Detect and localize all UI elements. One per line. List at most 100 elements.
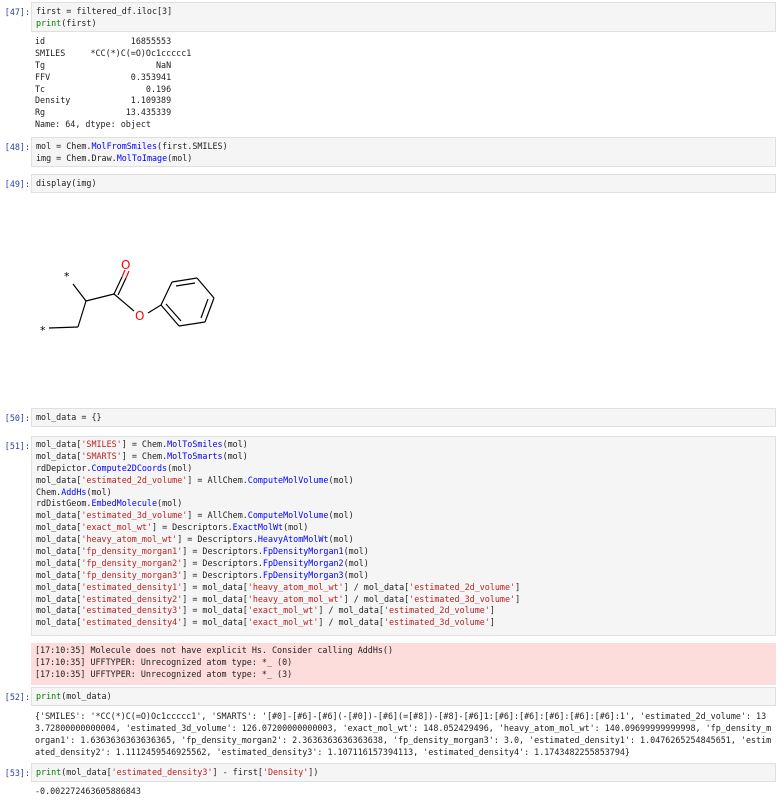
code-token: ] = Descriptors. — [182, 546, 263, 557]
code-token: 'estimated_3d_volume' — [81, 510, 188, 521]
code-token: FpDensityMorgan3 — [262, 569, 344, 580]
code-token: print — [36, 17, 62, 28]
output-line: Tg NaN — [35, 59, 172, 70]
stderr-line: [17:10:35] Molecule does not have explic… — [35, 645, 393, 655]
bond — [147, 304, 162, 314]
bond — [175, 282, 196, 287]
code-token: (mol) — [343, 569, 369, 580]
code-token: mol_data[ — [36, 546, 82, 557]
code-token: 'estimated_2d_volume' — [383, 605, 490, 616]
output-line: id 16855553 — [35, 36, 172, 46]
code-token: 'fp_density_morgan1' — [81, 546, 183, 557]
code-token: 'exact_mol_wt' — [81, 522, 152, 533]
cell-prompt: [53]: — [4, 768, 30, 778]
output-line: SMILES *CC(*)C(=O)Oc1ccccc1 — [35, 47, 192, 58]
code-token: mol_data[ — [36, 522, 82, 533]
code-line: print(mol_data['estimated_density3'] - f… — [32, 767, 775, 779]
code-token: print — [36, 767, 62, 777]
cell-prompt: [52]: — [4, 692, 30, 702]
code-token: ComputeMolVolume — [247, 510, 329, 521]
code-token: mol_data[ — [36, 439, 82, 449]
code-token: ] = AllChem. — [187, 510, 248, 521]
code-token: mol_data[ — [36, 510, 82, 521]
code-token: (mol_data[ — [61, 767, 112, 777]
molecule-image: * * O O — [40, 258, 215, 337]
code-token: (mol) — [283, 522, 309, 533]
code-token: 'estimated_density3' — [111, 767, 213, 777]
code-token: ] — [515, 593, 521, 604]
code-token: (mol) — [222, 439, 248, 449]
code-token: MolFromSmiles — [91, 141, 158, 151]
code-token: ] / mol_data[ — [318, 605, 384, 616]
code-token: ]) — [308, 767, 319, 777]
code-line: first = filtered_df.iloc[3] — [32, 6, 775, 18]
code-line: mol_data['estimated_3d_volume'] = AllChe… — [32, 510, 775, 522]
code-token: (mol_data) — [61, 691, 112, 701]
code-token: ] = mol_data[ — [182, 605, 248, 616]
code-token: ExactMolWt — [232, 522, 284, 533]
bond — [178, 321, 206, 327]
code-token: Compute2DCoords — [91, 462, 168, 473]
code-line: mol_data['SMILES'] = Chem.MolToSmiles(mo… — [32, 439, 775, 451]
code-token: (mol) — [167, 462, 193, 473]
output-line: -0.002272463605886843 — [35, 786, 141, 796]
code-input[interactable]: mol_data['SMILES'] = Chem.MolToSmiles(mo… — [31, 436, 776, 636]
code-token: 'estimated_2d_volume' — [81, 474, 188, 485]
code-token: mol_data[ — [36, 557, 82, 568]
code-token: (mol) — [328, 534, 354, 545]
code-input[interactable]: print(mol_data) — [31, 687, 776, 706]
code-line: mol_data['estimated_density1'] = mol_dat… — [32, 582, 775, 594]
bond — [171, 277, 198, 283]
code-token: (mol) — [167, 152, 193, 163]
code-token: mol_data[ — [36, 569, 82, 580]
code-input[interactable]: mol_data = {} — [31, 408, 776, 427]
code-input[interactable]: first = filtered_df.iloc[3] print(first) — [31, 2, 776, 32]
bond — [77, 300, 87, 328]
code-token: ] = Descriptors. — [182, 557, 263, 568]
code-line: mol_data['SMARTS'] = Chem.MolToSmarts(mo… — [32, 451, 775, 463]
bond — [113, 276, 123, 295]
code-token: (mol) — [157, 498, 183, 509]
bond — [165, 303, 182, 322]
code-token: 'estimated_3d_volume' — [409, 593, 516, 604]
code-token: MolToImage — [116, 152, 168, 163]
code-line: print(mol_data) — [32, 691, 775, 703]
code-input[interactable]: print(mol_data['estimated_density3'] - f… — [31, 763, 776, 782]
code-token: 'SMARTS' — [81, 450, 122, 461]
stderr-output: [17:10:35] Molecule does not have explic… — [31, 643, 776, 685]
code-token: FpDensityMorgan1 — [262, 546, 344, 557]
code-line: mol_data['fp_density_morgan2'] = Descrip… — [32, 558, 775, 570]
code-line: mol = Chem.MolFromSmiles(first.SMILES) — [32, 141, 775, 153]
code-token: ] = Chem. — [121, 439, 168, 449]
code-line: mol_data['estimated_density3'] = mol_dat… — [32, 605, 775, 617]
code-token: ] / mol_data[ — [343, 581, 410, 592]
stderr-line: [17:10:35] UFFTYPER: Unrecognized atom t… — [35, 656, 293, 667]
cell-output: -0.002272463605886843 — [31, 786, 776, 798]
code-token: 'fp_density_morgan2' — [81, 557, 183, 568]
code-token: MolToSmarts — [167, 450, 223, 461]
output-line: Rg 13.435339 — [35, 107, 172, 118]
code-token: mol_data[ — [36, 593, 82, 604]
code-token: ] = Descriptors. — [151, 522, 233, 533]
star-atom-bottom: * — [40, 324, 46, 337]
code-token: 'estimated_density1' — [81, 581, 183, 592]
code-token: 'estimated_density3' — [81, 605, 183, 616]
code-token: rdDistGeom. — [36, 498, 92, 509]
code-token: ] / mol_data[ — [318, 617, 384, 628]
code-token: ] — [515, 581, 521, 592]
code-token: AddHs — [61, 486, 87, 497]
code-input[interactable]: display(img) — [31, 174, 776, 193]
code-token: 'exact_mol_wt' — [247, 605, 319, 616]
code-token: mol_data[ — [36, 617, 82, 628]
bond — [196, 277, 215, 299]
bond — [113, 293, 135, 312]
code-token: ] = Chem. — [121, 450, 168, 461]
code-token: (mol) — [86, 486, 112, 497]
code-input[interactable]: mol = Chem.MolFromSmiles(first.SMILES) im… — [31, 137, 776, 167]
code-token: (mol) — [328, 510, 354, 521]
code-token: img = Chem.Draw. — [36, 152, 117, 163]
bond — [117, 277, 127, 296]
code-token: 'estimated_2d_volume' — [409, 581, 516, 592]
code-token: ] = mol_data[ — [182, 593, 248, 604]
output-line: Name: 64, dtype: object — [35, 119, 151, 130]
